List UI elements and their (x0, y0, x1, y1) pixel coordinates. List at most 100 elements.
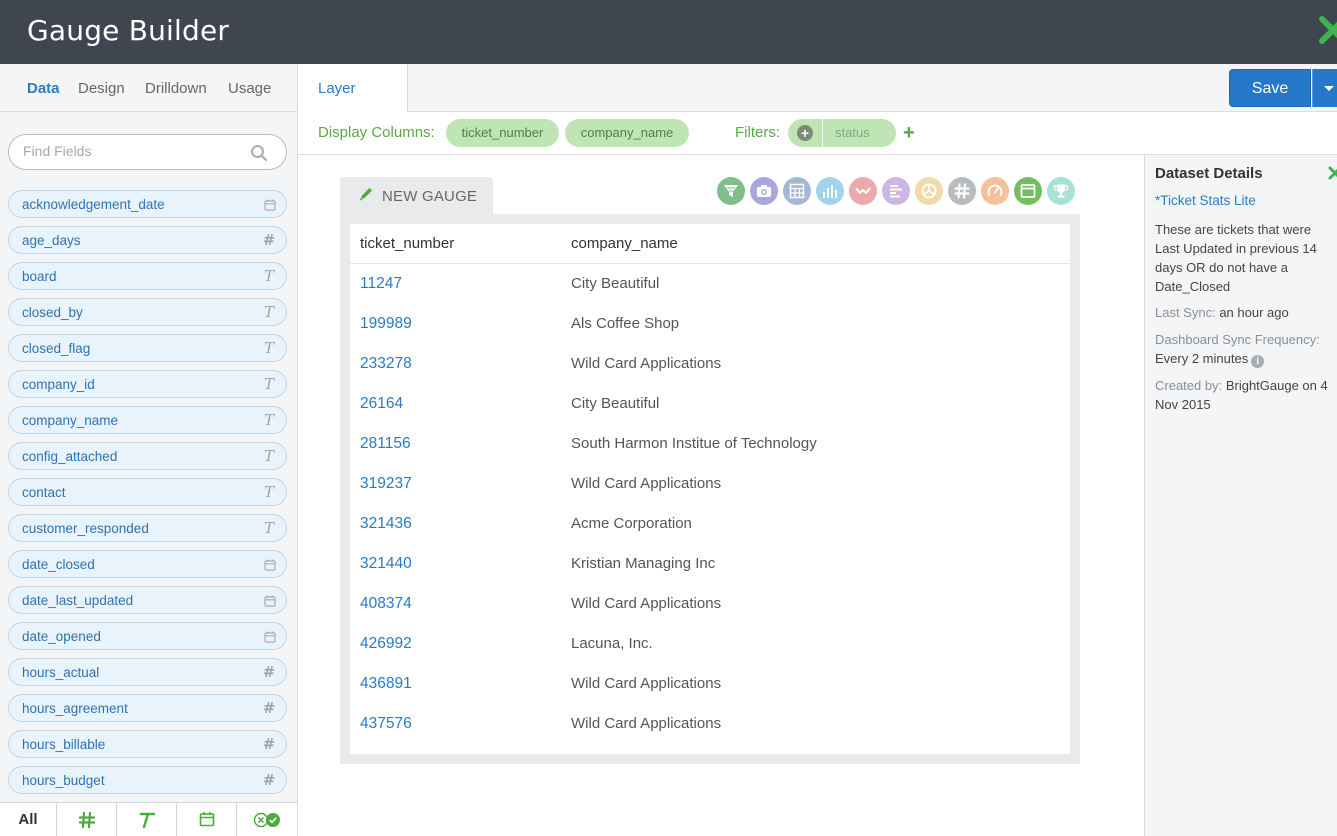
add-filter-icon[interactable]: + (903, 122, 915, 144)
company-name-cell: Wild Card Applications (571, 355, 722, 372)
top-bar: Gauge Builder (0, 0, 1337, 64)
gauge-name-tab[interactable]: NEW GAUGE (340, 177, 493, 214)
column-header-ticket-number[interactable]: ticket_number (360, 235, 454, 252)
field-item[interactable]: closed_by T (8, 298, 287, 326)
field-type-filter: All (0, 802, 297, 836)
calendar-icon (264, 595, 276, 607)
field-item[interactable]: hours_agreement # (8, 694, 287, 722)
field-item[interactable]: date_opened (8, 622, 287, 650)
field-name: age_days (22, 233, 81, 248)
company-name-cell: Acme Corporation (571, 515, 692, 532)
ticket-number-link[interactable]: 233278 (360, 355, 412, 373)
close-icon[interactable] (1318, 15, 1337, 45)
field-item[interactable]: contact T (8, 478, 287, 506)
bar-chart-icon[interactable] (816, 177, 844, 205)
field-item[interactable]: hours_budget # (8, 766, 287, 794)
table-row: 281156 South Harmon Institue of Technolog… (350, 424, 1070, 464)
ticket-number-link[interactable]: 319237 (360, 475, 412, 493)
camera-icon[interactable] (750, 177, 778, 205)
horizontal-bar-icon[interactable] (882, 177, 910, 205)
calendar-icon (264, 199, 276, 211)
calendar-icon (264, 631, 276, 643)
field-item[interactable]: date_last_updated (8, 586, 287, 614)
ticket-number-link[interactable]: 321436 (360, 515, 412, 533)
table-row: 321440 Kristian Managing Inc (350, 544, 1070, 584)
number-icon[interactable] (948, 177, 976, 205)
filter-all-button[interactable]: All (0, 803, 57, 836)
field-item[interactable]: age_days # (8, 226, 287, 254)
field-item[interactable]: company_name T (8, 406, 287, 434)
tab-layer[interactable]: Layer (298, 64, 408, 113)
text-type-icon: T (263, 519, 274, 537)
search-icon[interactable] (250, 144, 268, 162)
filters-label: Filters: (735, 124, 780, 141)
ticket-number-link[interactable]: 26164 (360, 395, 403, 413)
company-name-cell: Wild Card Applications (571, 595, 722, 612)
company-name-cell: South Harmon Institue of Technology (571, 435, 817, 452)
table-row: 11247 City Beautiful (350, 264, 1070, 304)
field-item[interactable]: hours_billable # (8, 730, 287, 758)
ticket-number-link[interactable]: 426992 (360, 635, 412, 653)
tab-usage[interactable]: Usage (228, 80, 271, 97)
ticket-number-link[interactable]: 281156 (360, 435, 411, 453)
trophy-icon[interactable] (1047, 177, 1075, 205)
filter-text-button[interactable] (117, 803, 177, 836)
number-icon (78, 811, 95, 829)
ticket-number-link[interactable]: 436891 (360, 675, 412, 693)
tab-drilldown[interactable]: Drilldown (145, 80, 207, 97)
field-name: board (22, 269, 57, 284)
text-type-icon: T (263, 267, 274, 285)
field-name: hours_budget (22, 773, 105, 788)
ticket-number-link[interactable]: 199989 (360, 315, 412, 333)
filter-pill-status[interactable]: + status (788, 119, 896, 147)
save-button[interactable]: Save (1229, 69, 1311, 107)
text-type-icon: T (263, 303, 274, 321)
field-item[interactable]: customer_responded T (8, 514, 287, 542)
last-sync: Last Sync: an hour ago (1155, 303, 1337, 322)
close-icon[interactable] (1328, 166, 1337, 180)
filter-boolean-button[interactable] (237, 803, 297, 836)
ticket-number-link[interactable]: 321440 (360, 555, 412, 573)
ticket-number-link[interactable]: 408374 (360, 595, 412, 613)
table-row: 199989 Als Coffee Shop (350, 304, 1070, 344)
field-item[interactable]: company_id T (8, 370, 287, 398)
line-chart-icon[interactable] (849, 177, 877, 205)
dataset-name-link[interactable]: *Ticket Stats Lite (1155, 193, 1256, 208)
tab-design[interactable]: Design (78, 80, 125, 97)
info-icon[interactable]: i (1251, 355, 1265, 368)
number-type-icon: # (262, 663, 276, 681)
table-row: 233278 Wild Card Applications (350, 344, 1070, 384)
field-item[interactable]: closed_flag T (8, 334, 287, 362)
filter-date-button[interactable] (177, 803, 237, 836)
field-name: hours_actual (22, 665, 100, 680)
save-dropdown-button[interactable] (1312, 69, 1337, 107)
tab-data[interactable]: Data (27, 80, 60, 97)
speedometer-icon[interactable] (981, 177, 1009, 205)
filter-number-button[interactable] (57, 803, 117, 836)
column-header-company-name[interactable]: company_name (571, 235, 678, 252)
field-item[interactable]: acknowledgement_date (8, 190, 287, 218)
ticket-number-link[interactable]: 437576 (360, 715, 412, 733)
pie-chart-icon[interactable] (915, 177, 943, 205)
ticket-number-link[interactable]: 11247 (360, 275, 402, 293)
table-icon[interactable] (783, 177, 811, 205)
calendar-icon (264, 559, 276, 571)
window-icon[interactable] (1014, 177, 1042, 205)
funnel-icon[interactable] (717, 177, 745, 205)
number-type-icon: # (262, 699, 276, 717)
column-pill-company-name[interactable]: company_name (565, 119, 689, 147)
filter-edit-button[interactable]: + (788, 119, 823, 147)
field-name: closed_flag (22, 341, 91, 356)
layer-tab-label: Layer (318, 80, 356, 97)
field-item[interactable]: board T (8, 262, 287, 290)
field-item[interactable]: hours_actual # (8, 658, 287, 686)
field-item[interactable]: config_attached T (8, 442, 287, 470)
field-name: date_last_updated (22, 593, 134, 608)
search-input[interactable] (23, 143, 243, 159)
company-name-cell: Wild Card Applications (571, 475, 722, 492)
left-panel: Data Design Drilldown Usage acknowledgem… (0, 64, 298, 836)
pencil-icon[interactable] (358, 186, 374, 202)
number-type-icon: # (262, 231, 276, 249)
field-item[interactable]: date_closed (8, 550, 287, 578)
column-pill-ticket-number[interactable]: ticket_number (446, 119, 559, 147)
